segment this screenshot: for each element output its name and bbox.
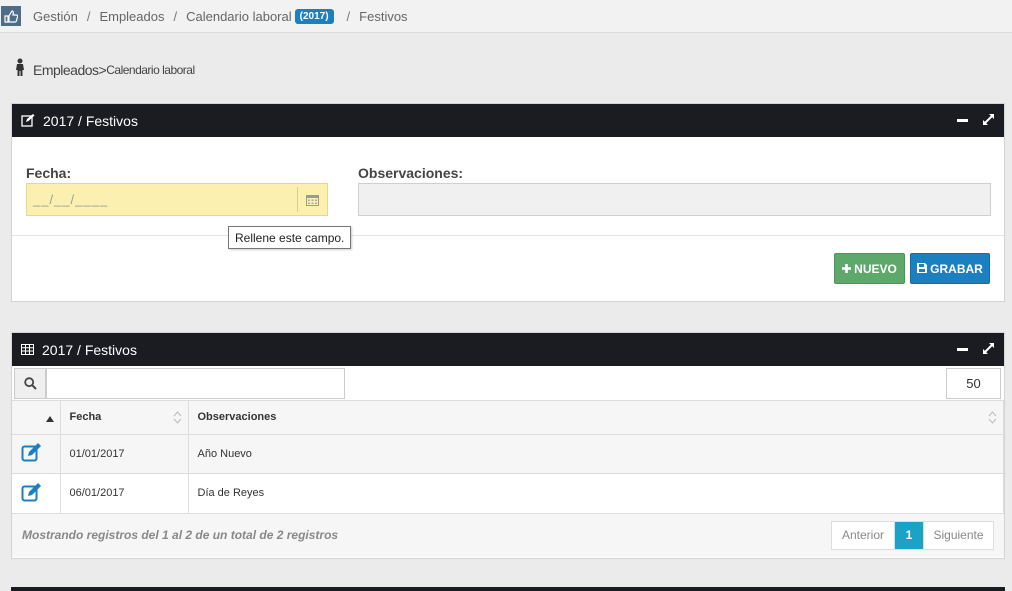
column-header-fecha[interactable]: Fecha	[60, 401, 189, 435]
table-panel: 2017 / Festivos 50 Fecha Observaciones 0…	[11, 332, 1005, 559]
calendar-icon[interactable]	[297, 187, 327, 212]
breadcrumb-separator: /	[346, 8, 351, 24]
table-panel-header: 2017 / Festivos	[12, 333, 1004, 366]
edit-cell	[12, 434, 61, 474]
form-fields: Fecha: __/__/____ Observaciones: Rellene…	[12, 137, 1004, 249]
breadcrumb-separator: /	[173, 8, 178, 24]
search-input[interactable]	[46, 367, 345, 399]
validation-tooltip: Rellene este campo.	[228, 226, 352, 249]
edit-row-icon[interactable]	[21, 482, 43, 505]
fullscreen-icon[interactable]	[982, 342, 995, 358]
breadcrumb-calendario-laboral[interactable]: Calendario laboral	[186, 9, 292, 24]
festivos-table: Fecha Observaciones 01/01/2017 Año Nuevo	[12, 401, 1004, 514]
subtitle-arrow: >	[98, 61, 107, 78]
minimize-icon[interactable]	[957, 113, 968, 129]
fecha-label: Fecha:	[26, 165, 72, 181]
breadcrumb: Gestión / Empleados / Calendario laboral…	[33, 8, 408, 24]
column-header-observaciones[interactable]: Observaciones	[188, 401, 1004, 435]
subtitle-section: Empleados	[33, 61, 99, 78]
form-panel: 2017 / Festivos Fecha: __/__/____ Observ…	[11, 103, 1005, 302]
row-observaciones: Día de Reyes	[188, 473, 1004, 514]
page-1-button[interactable]: 1	[895, 521, 923, 549]
breadcrumb-empleados[interactable]: Empleados	[99, 9, 164, 24]
minimize-icon[interactable]	[957, 342, 968, 358]
table-icon	[21, 344, 34, 355]
breadcrumb-gestion[interactable]: Gestión	[33, 9, 78, 24]
search-icon	[14, 367, 46, 399]
new-button[interactable]: NUEVO	[834, 253, 905, 284]
sort-asc-icon	[45, 413, 54, 425]
table-row: 01/01/2017 Año Nuevo	[12, 434, 1004, 474]
pagination: Anterior 1 Siguiente	[831, 520, 994, 550]
row-observaciones: Año Nuevo	[188, 434, 1004, 474]
observaciones-field[interactable]	[358, 183, 991, 216]
row-fecha: 01/01/2017	[60, 434, 189, 474]
floppy-icon	[917, 262, 928, 276]
save-button[interactable]: GRABAR	[910, 253, 990, 284]
thumbs-up-icon[interactable]	[1, 6, 21, 26]
person-icon	[14, 58, 26, 81]
column-header-actions[interactable]	[12, 401, 61, 435]
next-panel-edge	[11, 587, 1005, 591]
page-subtitle: Empleados > Calendario laboral	[14, 58, 195, 81]
table-footer: Mostrando registros del 1 al 2 de un tot…	[12, 513, 1004, 557]
table-panel-title: 2017 / Festivos	[42, 341, 137, 358]
breadcrumb-bar: Gestión / Empleados / Calendario laboral…	[0, 0, 1012, 33]
form-panel-title: 2017 / Festivos	[43, 112, 138, 129]
year-badge: (2017)	[294, 8, 334, 24]
breadcrumb-separator: /	[86, 8, 91, 24]
form-actions: NUEVO GRABAR	[12, 236, 1004, 300]
page-size-select[interactable]: 50	[946, 367, 1001, 399]
edit-icon	[21, 114, 35, 127]
new-button-label: NUEVO	[854, 261, 897, 276]
records-info: Mostrando registros del 1 al 2 de un tot…	[22, 528, 339, 542]
edit-cell	[12, 473, 61, 514]
breadcrumb-festivos: Festivos	[359, 8, 408, 24]
sort-icon	[988, 410, 997, 428]
plus-icon	[842, 262, 852, 276]
edit-row-icon[interactable]	[21, 443, 43, 465]
fecha-value[interactable]: __/__/____	[27, 192, 297, 207]
fullscreen-icon[interactable]	[982, 113, 995, 129]
save-button-label: GRABAR	[930, 261, 983, 276]
sort-icon	[173, 410, 182, 428]
table-row: 06/01/2017 Día de Reyes	[12, 473, 1004, 514]
table-search-row: 50	[12, 366, 1004, 401]
form-panel-header: 2017 / Festivos	[12, 104, 1004, 137]
subtitle-page: Calendario laboral	[106, 62, 195, 77]
observaciones-label: Observaciones:	[358, 165, 464, 181]
row-fecha: 06/01/2017	[60, 473, 189, 514]
next-page-button[interactable]: Siguiente	[923, 521, 993, 549]
table-header-row: Fecha Observaciones	[12, 401, 1004, 435]
prev-page-button[interactable]: Anterior	[832, 521, 895, 549]
fecha-field[interactable]: __/__/____	[26, 183, 328, 216]
